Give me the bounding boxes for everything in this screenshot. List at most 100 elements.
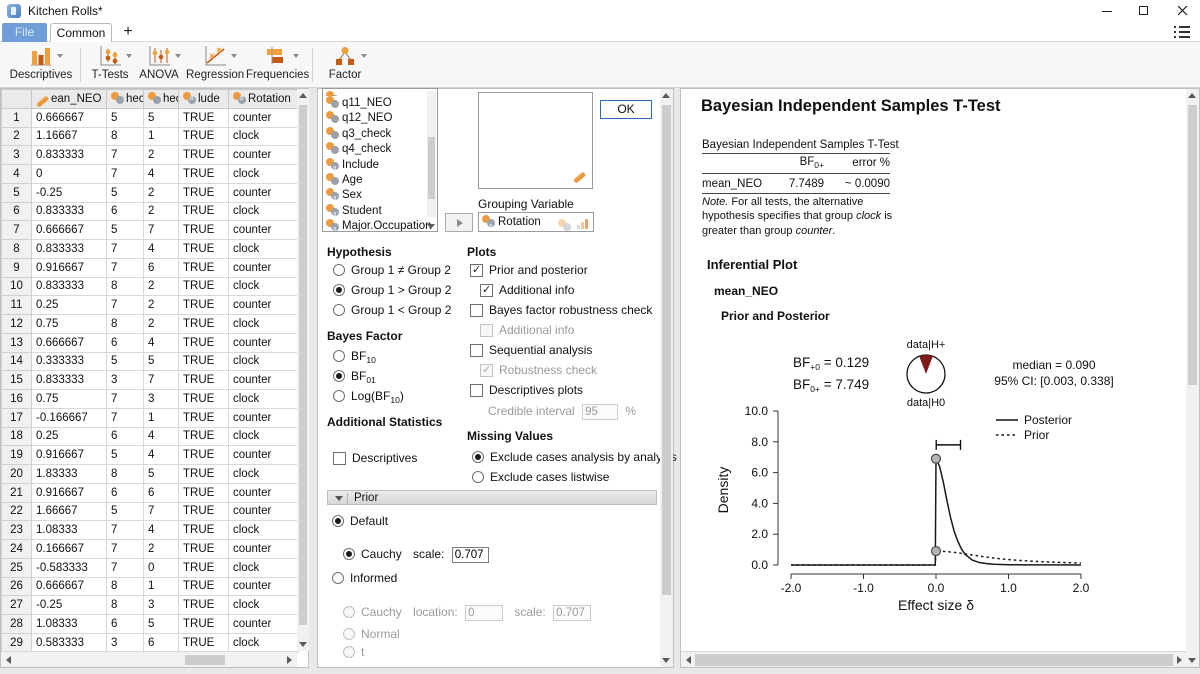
cell[interactable]: clock [229,427,299,446]
cell[interactable]: counter [229,408,299,427]
cell[interactable]: 0.75 [32,315,107,334]
cell[interactable]: 0.666667 [32,221,107,240]
cell[interactable]: 6 [107,202,144,221]
cell[interactable]: TRUE [179,315,229,334]
cell[interactable]: clock [229,277,299,296]
row-number[interactable]: 14 [2,352,32,371]
cell[interactable]: 5 [107,108,144,127]
prior-posterior-checkbox[interactable]: Prior and posterior [470,263,588,277]
cell[interactable]: 6 [107,615,144,634]
cell[interactable]: TRUE [179,615,229,634]
cell[interactable]: 4 [144,165,179,184]
cell[interactable]: TRUE [179,202,229,221]
cell[interactable]: TRUE [179,502,229,521]
available-variables-list[interactable]: q11_NEOq12_NEOq3_checkq4_checkIncludeAge… [322,88,438,232]
cell[interactable]: 4 [144,446,179,465]
cell[interactable]: 0.916667 [32,258,107,277]
prior-posterior-heading[interactable]: Prior and Posterior [721,309,830,323]
cell[interactable]: counter [229,371,299,390]
row-number[interactable]: 17 [2,408,32,427]
cell[interactable]: 7 [107,258,144,277]
cell[interactable]: clock [229,596,299,615]
cell[interactable]: TRUE [179,146,229,165]
cell[interactable]: 5 [107,352,144,371]
row-number[interactable]: 13 [2,333,32,352]
cell[interactable]: 2 [144,540,179,559]
cell[interactable]: 8 [107,277,144,296]
cell[interactable]: counter [229,258,299,277]
cell[interactable]: -0.25 [32,183,107,202]
cell[interactable]: 0.333333 [32,352,107,371]
cell[interactable]: counter [229,296,299,315]
cell[interactable]: clock [229,465,299,484]
variables-box[interactable] [478,92,593,189]
row-number[interactable]: 2 [2,127,32,146]
cell[interactable]: 5 [144,352,179,371]
row-number[interactable]: 23 [2,521,32,540]
row-number[interactable]: 27 [2,596,32,615]
row-number[interactable]: 9 [2,258,32,277]
variable-list-scroll-down[interactable] [427,224,435,229]
cell[interactable]: TRUE [179,596,229,615]
cell[interactable]: 0.916667 [32,483,107,502]
tab-file[interactable]: File [2,23,47,42]
cell[interactable]: 5 [107,502,144,521]
row-number[interactable]: 15 [2,371,32,390]
row-number[interactable]: 26 [2,577,32,596]
variable-item[interactable]: Student [326,204,437,219]
cell[interactable]: 1 [144,127,179,146]
cell[interactable]: 5 [107,221,144,240]
cell[interactable]: 1 [144,577,179,596]
cell[interactable]: 0.833333 [32,240,107,259]
variable-item[interactable]: Major.Occupation [326,219,437,232]
cell[interactable]: TRUE [179,521,229,540]
cell[interactable]: 0.583333 [32,633,107,652]
prior-cauchy-row[interactable]: Cauchy scale: [343,547,489,563]
cell[interactable]: TRUE [179,240,229,259]
cell[interactable]: 2 [144,202,179,221]
cell[interactable]: 3 [107,371,144,390]
exclude-analysis-radio[interactable]: Exclude cases analysis by analysis [472,450,677,464]
prior-default-radio[interactable]: Default [332,514,388,528]
prior-section-header[interactable]: Prior [327,490,657,505]
cell[interactable]: 0.833333 [32,146,107,165]
row-number[interactable]: 10 [2,277,32,296]
cell[interactable]: 0.25 [32,427,107,446]
cell[interactable]: 6 [107,333,144,352]
cell[interactable]: counter [229,502,299,521]
variable-item[interactable]: Include [326,158,437,173]
ribbon-factor-button[interactable]: Factor [320,44,370,86]
cell[interactable]: TRUE [179,427,229,446]
cell[interactable]: 8 [107,465,144,484]
cell[interactable]: 2 [144,277,179,296]
cell[interactable]: 0 [32,165,107,184]
ribbon-frequencies-button[interactable]: Frequencies [246,44,308,86]
row-number[interactable]: 25 [2,558,32,577]
maximize-button[interactable] [1127,0,1161,22]
cell[interactable]: -0.166667 [32,408,107,427]
row-number[interactable]: 24 [2,540,32,559]
cell[interactable]: 3 [144,596,179,615]
cell[interactable]: clock [229,352,299,371]
cell[interactable]: 7 [107,390,144,409]
hypothesis-option-ne[interactable]: Group 1 ≠ Group 2 [333,263,451,277]
variable-item[interactable]: q12_NEO [326,111,437,126]
variable-item[interactable]: Sex [326,188,437,203]
cell[interactable]: clock [229,315,299,334]
row-number[interactable]: 29 [2,633,32,652]
cell[interactable]: TRUE [179,483,229,502]
cell[interactable]: clock [229,558,299,577]
cell[interactable]: counter [229,333,299,352]
cell[interactable]: 7 [107,408,144,427]
cell[interactable]: 7 [144,221,179,240]
cell[interactable]: TRUE [179,277,229,296]
cell[interactable]: 0.833333 [32,371,107,390]
data-horizontal-scrollbar[interactable] [1,651,297,667]
cell[interactable]: 8 [107,577,144,596]
cell[interactable]: 0.833333 [32,202,107,221]
cell[interactable]: 2 [144,315,179,334]
cell[interactable]: 7 [144,371,179,390]
cell[interactable]: 7 [107,240,144,259]
prior-informed-radio[interactable]: Informed [332,571,397,585]
cell[interactable]: 5 [144,615,179,634]
